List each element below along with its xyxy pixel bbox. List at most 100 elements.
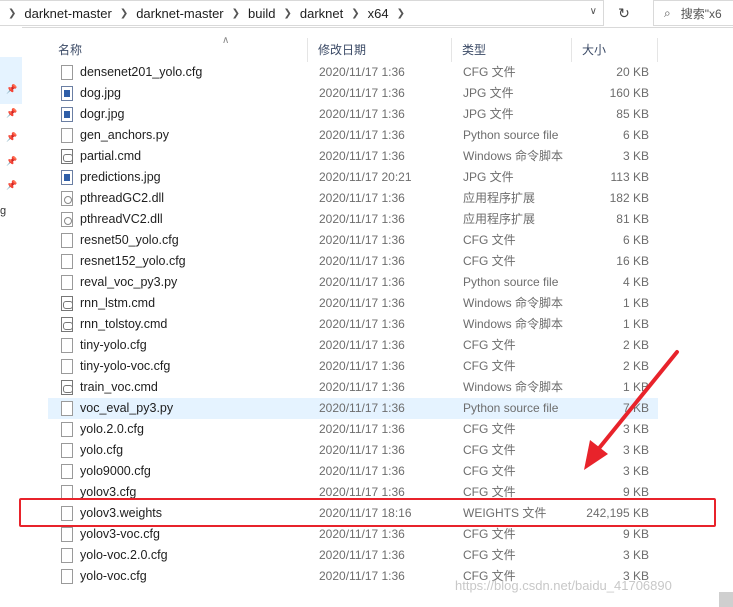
file-size: 2 KB [622, 338, 649, 352]
file-type: CFG 文件 [463, 443, 516, 457]
file-row[interactable]: yolo9000.cfg 2020/11/17 1:36 CFG 文件 3 KB [48, 461, 658, 482]
file-date: 2020/11/17 1:36 [319, 569, 405, 583]
breadcrumb-item[interactable]: build [248, 6, 275, 21]
file-name: dogr.jpg [80, 107, 125, 121]
file-size: 20 KB [616, 65, 649, 79]
file-date: 2020/11/17 1:36 [319, 422, 405, 436]
file-type: CFG 文件 [463, 527, 516, 541]
file-date: 2020/11/17 1:36 [319, 191, 405, 205]
file-type: Windows 命令脚本 [463, 296, 564, 310]
column-header-date[interactable]: 修改日期 [308, 38, 452, 62]
pin-icon[interactable]: 📌 [6, 84, 17, 95]
file-date: 2020/11/17 1:36 [319, 443, 405, 457]
file-date: 2020/11/17 1:36 [319, 527, 405, 541]
chevron-right-icon[interactable]: ❯ [397, 8, 405, 19]
file-row[interactable]: reval_voc_py3.py 2020/11/17 1:36 Python so… [48, 272, 658, 293]
breadcrumb-item[interactable]: darknet-master [24, 6, 111, 21]
chevron-right-icon[interactable]: ❯ [120, 8, 128, 19]
file-type: Windows 命令脚本 [463, 317, 564, 331]
pin-icon[interactable]: 📌 [6, 108, 17, 119]
file-icon [61, 401, 73, 416]
file-row[interactable]: partial.cmd 2020/11/17 1:36 Windows 命令脚本 3 … [48, 146, 658, 167]
file-icon [61, 128, 73, 143]
file-size: 6 KB [622, 233, 649, 247]
file-size: 3 KB [622, 149, 649, 163]
file-type: CFG 文件 [463, 233, 516, 247]
chevron-right-icon[interactable]: ❯ [8, 8, 16, 19]
file-name: resnet152_yolo.cfg [80, 254, 186, 268]
file-type: Python source file [463, 128, 559, 142]
watermark: https://blog.csdn.net/baidu_41706890 [455, 578, 672, 593]
file-row[interactable]: rnn_tolstoy.cmd 2020/11/17 1:36 Windows 命令… [48, 314, 658, 335]
file-row[interactable]: resnet152_yolo.cfg 2020/11/17 1:36 CFG 文件 1… [48, 251, 658, 272]
file-row[interactable]: densenet201_yolo.cfg 2020/11/17 1:36 CFG 文… [48, 62, 658, 83]
file-row[interactable]: yolov3-voc.cfg 2020/11/17 1:36 CFG 文件 9 KB [48, 524, 658, 545]
file-type: CFG 文件 [463, 548, 516, 562]
file-row[interactable]: voc_eval_py3.py 2020/11/17 1:36 Python sou… [48, 398, 658, 419]
breadcrumb[interactable]: ❯ darknet-master ❯ darknet-master ❯ build ❯ da… [0, 0, 604, 26]
file-size: 2 KB [622, 359, 649, 373]
file-icon [61, 464, 73, 479]
file-type: CFG 文件 [463, 422, 516, 436]
file-row[interactable]: yolo.2.0.cfg 2020/11/17 1:36 CFG 文件 3 KB [48, 419, 658, 440]
breadcrumb-item[interactable]: x64 [368, 6, 389, 21]
file-date: 2020/11/17 1:36 [319, 107, 405, 121]
file-row[interactable]: yolo.cfg 2020/11/17 1:36 CFG 文件 3 KB [48, 440, 658, 461]
file-row[interactable]: train_voc.cmd 2020/11/17 1:36 Windows 命令脚本… [48, 377, 658, 398]
file-row[interactable]: predictions.jpg 2020/11/17 20:21 JPG 文件 113… [48, 167, 658, 188]
file-type: CFG 文件 [463, 65, 516, 79]
column-header-type[interactable]: 类型 [452, 38, 572, 62]
column-header-name[interactable]: 名称 [48, 38, 308, 62]
file-row[interactable]: dogr.jpg 2020/11/17 1:36 JPG 文件 85 KB [48, 104, 658, 125]
file-date: 2020/11/17 1:36 [319, 317, 405, 331]
file-row[interactable]: pthreadVC2.dll 2020/11/17 1:36 应用程序扩展 81 KB [48, 209, 658, 230]
file-row[interactable]: rnn_lstm.cmd 2020/11/17 1:36 Windows 命令脚本 1… [48, 293, 658, 314]
breadcrumb-item[interactable]: darknet-master [136, 6, 223, 21]
file-icon [61, 569, 73, 584]
file-name: dog.jpg [80, 86, 122, 100]
chevron-down-icon[interactable]: ∨ [590, 6, 597, 17]
file-row[interactable]: pthreadGC2.dll 2020/11/17 1:36 应用程序扩展 182 K… [48, 188, 658, 209]
column-header-size[interactable]: 大小 [572, 38, 658, 62]
pin-icon[interactable]: 📌 [6, 156, 17, 167]
chevron-right-icon[interactable]: ❯ [283, 8, 291, 19]
file-name: pthreadVC2.dll [80, 212, 163, 226]
file-size: 81 KB [616, 212, 649, 226]
file-name: predictions.jpg [80, 170, 161, 184]
breadcrumb-item[interactable]: darknet [300, 6, 343, 21]
scrollbar-thumb[interactable] [719, 592, 733, 607]
file-row[interactable]: gen_anchors.py 2020/11/17 1:36 Python sour… [48, 125, 658, 146]
file-type: Windows 命令脚本 [463, 149, 564, 163]
file-row[interactable]: tiny-yolo-voc.cfg 2020/11/17 1:36 CFG 文件 2 … [48, 356, 658, 377]
file-date: 2020/11/17 1:36 [319, 359, 405, 373]
file-row[interactable]: dog.jpg 2020/11/17 1:36 JPG 文件 160 KB [48, 83, 658, 104]
pin-icon[interactable]: 📌 [6, 180, 17, 191]
refresh-button[interactable]: ↻ [612, 3, 636, 23]
chevron-right-icon[interactable]: ❯ [232, 8, 240, 19]
file-name: yolo9000.cfg [80, 464, 151, 478]
search-input[interactable]: ⌕ 搜索"x6 [653, 0, 733, 26]
file-date: 2020/11/17 1:36 [319, 275, 405, 289]
file-name: partial.cmd [80, 149, 142, 163]
file-icon [61, 275, 73, 290]
file-type: JPG 文件 [463, 86, 514, 100]
pin-icon[interactable]: 📌 [6, 132, 17, 143]
file-size: 9 KB [622, 527, 649, 541]
file-row[interactable]: tiny-yolo.cfg 2020/11/17 1:36 CFG 文件 2 KB [48, 335, 658, 356]
file-icon [61, 65, 73, 80]
file-date: 2020/11/17 1:36 [319, 380, 405, 394]
file-size: 6 KB [622, 128, 649, 142]
image-icon [61, 86, 73, 101]
nav-selected-item[interactable] [0, 57, 22, 104]
file-date: 2020/11/17 1:36 [319, 149, 405, 163]
file-row[interactable]: yolo-voc.2.0.cfg 2020/11/17 1:36 CFG 文件 3 K… [48, 545, 658, 566]
chevron-right-icon[interactable]: ❯ [351, 8, 359, 19]
file-name: pthreadGC2.dll [80, 191, 165, 205]
file-size: 113 KB [610, 170, 649, 184]
file-size: 7 KB [622, 401, 649, 415]
file-type: CFG 文件 [463, 254, 516, 268]
file-date: 2020/11/17 1:36 [319, 338, 405, 352]
file-date: 2020/11/17 1:36 [319, 65, 405, 79]
file-row[interactable]: resnet50_yolo.cfg 2020/11/17 1:36 CFG 文件 6 … [48, 230, 658, 251]
dll-icon [61, 212, 73, 227]
